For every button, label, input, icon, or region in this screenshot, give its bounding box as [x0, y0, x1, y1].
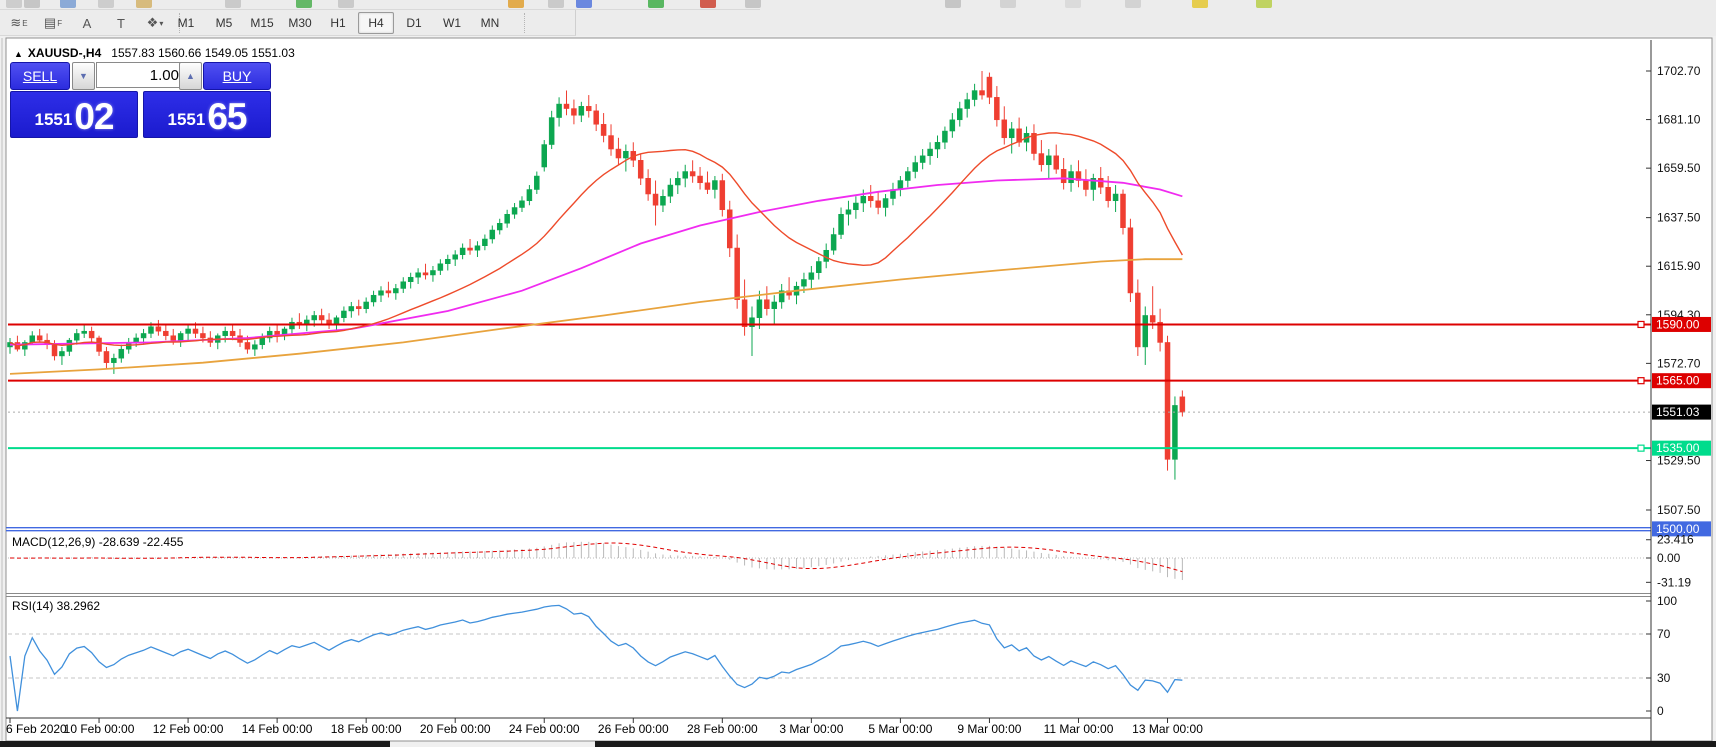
toolbar-icon-group: ≋E ▤F AT ❖▾	[6, 11, 184, 35]
timeframe-button-m1[interactable]: M1	[168, 12, 204, 34]
text-box-icon[interactable]: T	[108, 11, 134, 35]
toolbar-separator	[524, 13, 526, 33]
buy-price-pips: 65	[207, 98, 246, 135]
text-annotation-icon[interactable]: A	[74, 11, 100, 35]
toolbar-icon-fragment[interactable]	[1256, 0, 1272, 8]
volume-input[interactable]	[96, 62, 186, 88]
toolbar-icon-fragment[interactable]	[1125, 0, 1141, 8]
buy-button[interactable]: BUY	[203, 62, 271, 90]
timeframe-button-d1[interactable]: D1	[396, 12, 432, 34]
collapse-panel-icon[interactable]: ▲	[14, 49, 23, 59]
toolbar-icon-fragment[interactable]	[1065, 0, 1081, 8]
timeframe-button-h1[interactable]: H1	[320, 12, 356, 34]
macd-indicator-label: MACD(12,26,9) -28.639 -22.455	[12, 535, 183, 549]
toolbar-icon-fragment[interactable]	[98, 0, 114, 8]
volume-increase-button[interactable]: ▲	[179, 62, 202, 90]
ohlc-values: 1557.83 1560.66 1549.05 1551.03	[111, 46, 295, 60]
timeframe-button-m5[interactable]: M5	[206, 12, 242, 34]
toolbar-icon-fragment[interactable]	[1000, 0, 1016, 8]
toolbar-icon-fragment[interactable]	[745, 0, 761, 8]
toolbar-icon-fragment[interactable]	[1192, 0, 1208, 8]
sell-price-pips: 02	[74, 98, 113, 135]
toolbar-icon-fragment[interactable]	[945, 0, 961, 8]
toolbar-icon-fragment[interactable]	[338, 0, 354, 8]
toolbar-icon-fragment[interactable]	[508, 0, 524, 8]
timeframe-button-m15[interactable]: M15	[244, 12, 280, 34]
toolbar-icon-fragment[interactable]	[700, 0, 716, 8]
sell-price-button[interactable]: 1551 02	[10, 91, 138, 138]
toolbar-icon-fragment[interactable]	[136, 0, 152, 8]
toolbar-icon-fragment[interactable]	[296, 0, 312, 8]
price-axis[interactable]	[1652, 42, 1712, 718]
timeframe-toolbar: M1M5M15M30H1H4D1W1MN	[168, 11, 529, 34]
bottom-screen-edge	[0, 741, 1716, 747]
objects-icon[interactable]: ❖▾	[142, 11, 168, 35]
time-axis[interactable]	[8, 718, 1651, 740]
rsi-indicator-label: RSI(14) 38.2962	[12, 599, 100, 613]
buy-price-base: 1551	[168, 105, 206, 135]
buy-price-button[interactable]: 1551 65	[143, 91, 271, 138]
sell-button[interactable]: SELL	[10, 62, 70, 90]
experts-icon[interactable]: ≋E	[6, 11, 32, 35]
timeframe-button-h4[interactable]: H4	[358, 12, 394, 34]
chart-plot-area[interactable]	[8, 42, 1651, 718]
toolbar-icon-fragment[interactable]	[6, 0, 22, 8]
timeframe-button-m30[interactable]: M30	[282, 12, 318, 34]
one-click-trading-panel: SELL ▼ ▲ BUY 1551 02 1551 65	[10, 62, 270, 134]
volume-decrease-button[interactable]: ▼	[72, 62, 95, 90]
toolbar-icon-fragment[interactable]	[24, 0, 40, 8]
mt4-application-window: ≋E▤FAT❖▾ M1M5M15M30H1H4D1W1MN 1702.70168…	[0, 0, 1716, 747]
forecast-icon[interactable]: ▤F	[40, 11, 66, 35]
toolbar-icon-fragment[interactable]	[576, 0, 592, 8]
chart-title: ▲ XAUUSD-,H4 1557.83 1560.66 1549.05 1551.…	[14, 46, 295, 60]
toolbar-icon-fragment[interactable]	[60, 0, 76, 8]
sell-price-base: 1551	[35, 105, 73, 135]
symbol-period-label: XAUUSD-,H4	[28, 46, 101, 60]
toolbar-icon-fragment[interactable]	[225, 0, 241, 8]
timeframe-button-w1[interactable]: W1	[434, 12, 470, 34]
toolbar-icon-fragment[interactable]	[648, 0, 664, 8]
toolbar: ≋E ▤F AT ❖▾ M1M5M15M30H1H4D1W1MN	[0, 0, 1716, 36]
timeframe-button-mn[interactable]: MN	[472, 12, 508, 34]
toolbar-icon-fragment[interactable]	[548, 0, 564, 8]
